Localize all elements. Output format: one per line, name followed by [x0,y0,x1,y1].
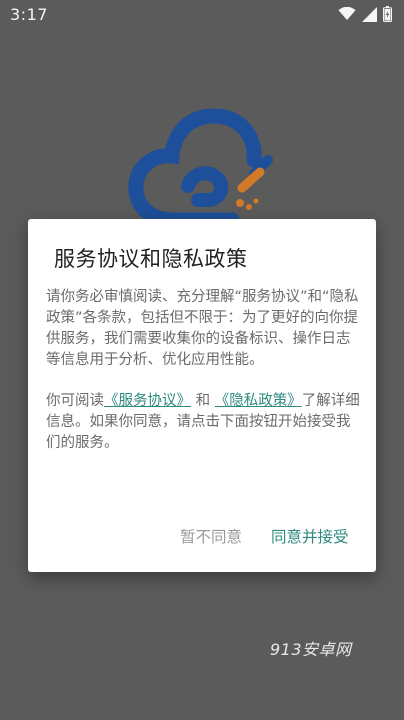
battery-icon [383,6,392,22]
dialog-body: 请你务必审慎阅读、充分理解“服务协议”和“隐私政策”各条款，包括但不限于：为了更… [46,287,364,474]
cloud-logo-icon [128,108,273,226]
agree-button[interactable]: 同意并接受 [271,525,349,547]
para2-prefix: 你可阅读 [46,393,104,409]
para2-and: 和 [191,393,215,409]
disagree-button[interactable]: 暂不同意 [180,525,242,547]
status-time: 3:17 [10,5,48,24]
dialog-paragraph-1: 请你务必审慎阅读、充分理解“服务协议”和“隐私政策”各条款，包括但不限于：为了更… [46,289,359,368]
dialog-title: 服务协议和隐私政策 [54,247,248,271]
privacy-policy-link[interactable]: 《隐私政策》 [215,393,302,409]
signal-icon [362,6,377,22]
watermark: 913安卓网 [270,640,352,659]
status-icons [338,6,392,22]
wifi-icon [338,7,356,20]
dialog-paragraph-2: 你可阅读《服务协议》 和 《隐私政策》了解详细信息。如果你同意，请点击下面按钮开… [46,391,364,454]
status-bar: 3:17 [0,0,404,30]
service-agreement-link[interactable]: 《服务协议》 [104,393,191,409]
privacy-dialog: 服务协议和隐私政策 请你务必审慎阅读、充分理解“服务协议”和“隐私政策”各条款，… [28,219,376,572]
